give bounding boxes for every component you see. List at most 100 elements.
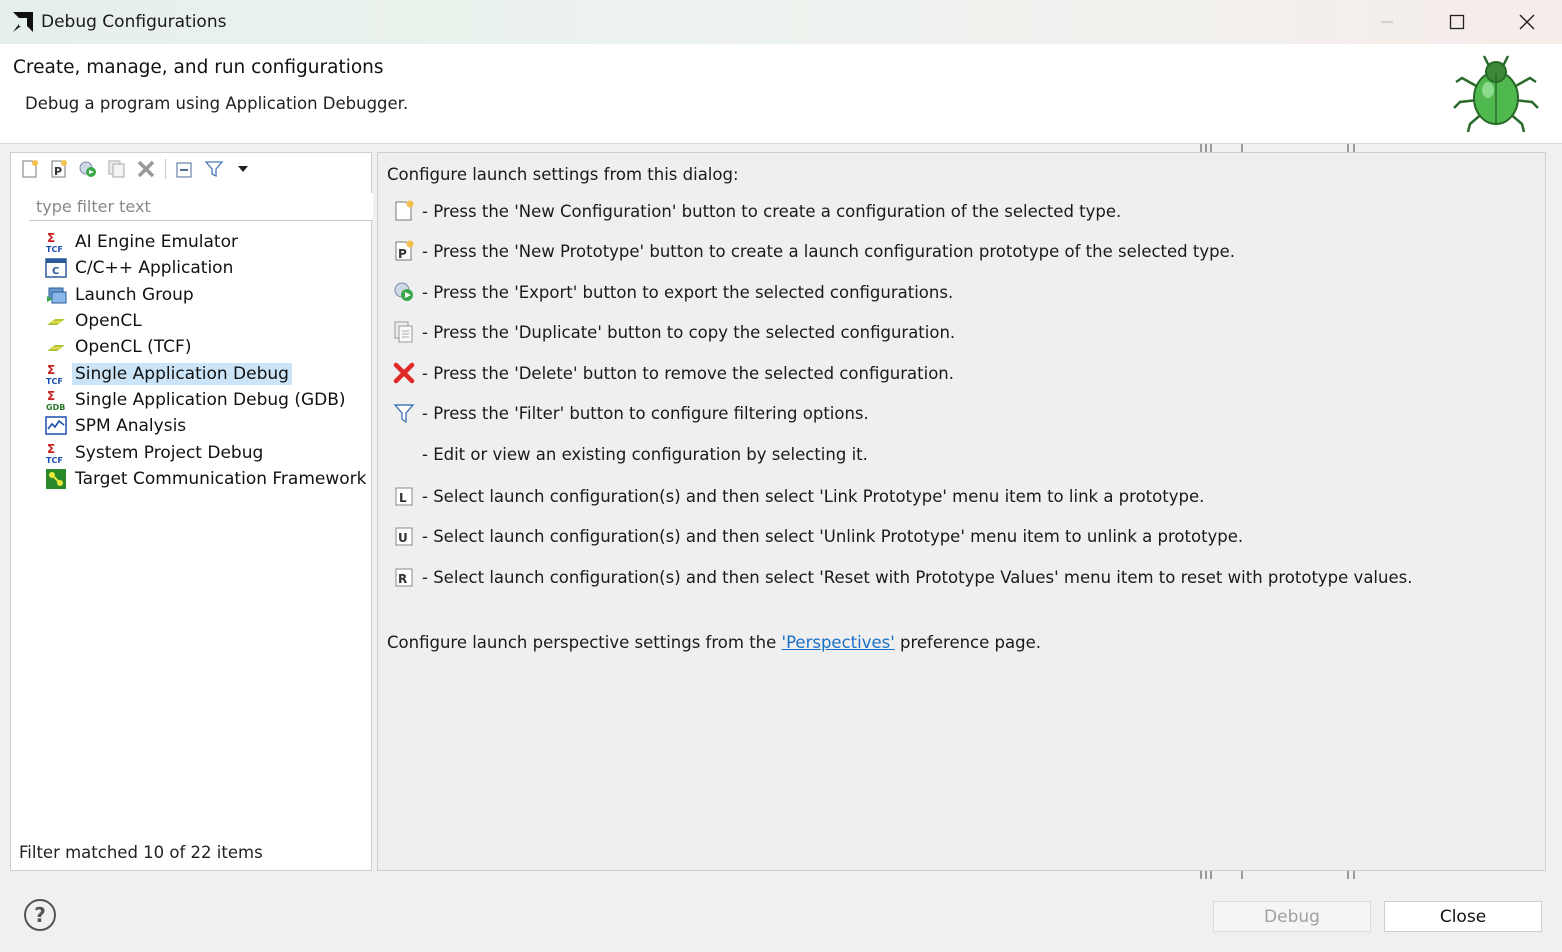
export-button[interactable]: [75, 156, 101, 182]
svg-text:Σ: Σ: [47, 442, 55, 456]
filter-input[interactable]: [29, 193, 373, 221]
view-menu-button[interactable]: [230, 156, 256, 182]
sash-mark: [1205, 871, 1207, 879]
reset-prototype-icon: R: [392, 565, 416, 589]
tree-item-ai-engine-emulator[interactable]: Σ TCF AI Engine Emulator: [45, 229, 371, 255]
delete-icon: [137, 160, 155, 178]
sash-mark: [1210, 871, 1212, 879]
gdb-icon: Σ GDB: [45, 389, 67, 412]
new-prototype-button[interactable]: P: [46, 156, 72, 182]
tcf-icon: Σ TCF: [45, 442, 67, 465]
tree-item-system-project-debug[interactable]: Σ TCF System Project Debug: [45, 439, 371, 465]
duplicate-button[interactable]: [104, 156, 130, 182]
export-icon: [392, 280, 416, 304]
svg-text:TCF: TCF: [46, 245, 63, 253]
new-prototype-icon: P: [392, 239, 416, 263]
spm-icon: [45, 415, 67, 437]
duplicate-icon: [108, 160, 125, 178]
debug-button[interactable]: Debug: [1213, 901, 1371, 932]
tcf-framework-icon: [45, 468, 67, 490]
tree-item-single-application-debug[interactable]: Σ TCF Single Application Debug: [45, 360, 371, 386]
collapse-icon: [176, 162, 192, 178]
new-configuration-button[interactable]: [17, 156, 43, 182]
help-line-duplicate: - Press the 'Duplicate' button to copy t…: [392, 319, 955, 345]
maximize-icon: [1449, 14, 1465, 30]
banner-title: Create, manage, and run configurations: [13, 57, 384, 78]
new-prototype-icon: P: [51, 160, 67, 178]
tree-item-c-cpp-application[interactable]: C C/C++ Application: [45, 255, 371, 281]
c-app-icon: C: [45, 257, 67, 279]
svg-text:Σ: Σ: [47, 389, 55, 403]
help-button[interactable]: ?: [24, 899, 56, 931]
minimize-button[interactable]: [1352, 0, 1422, 44]
maximize-button[interactable]: [1422, 0, 1492, 44]
help-line-link-prototype: L - Select launch configuration(s) and t…: [392, 483, 1204, 509]
tree-item-spm-analysis[interactable]: SPM Analysis: [45, 413, 371, 439]
tree-item-opencl-tcf[interactable]: OpenCL (TCF): [45, 334, 371, 360]
blank-icon: [392, 442, 416, 466]
tree-item-single-application-debug-gdb[interactable]: Σ GDB Single Application Debug (GDB): [45, 387, 371, 413]
sash-mark: [1205, 144, 1207, 152]
amd-logo-icon: [12, 11, 34, 33]
filter-button[interactable]: [201, 156, 227, 182]
toolbar-separator: [165, 159, 166, 179]
link-prototype-icon: L: [392, 484, 416, 508]
sash-mark: [1347, 144, 1349, 152]
svg-text:P: P: [398, 247, 407, 261]
tree-item-target-communication-framework[interactable]: Target Communication Framework: [45, 466, 371, 492]
window-title: Debug Configurations: [41, 12, 227, 32]
launch-group-icon: [45, 284, 67, 306]
help-line-filter: - Press the 'Filter' button to configure…: [392, 400, 869, 426]
tree-item-opencl[interactable]: OpenCL: [45, 308, 371, 334]
help-line-reset-prototype: R - Select launch configuration(s) and t…: [392, 564, 1412, 590]
help-line-export: - Press the 'Export' button to export th…: [392, 279, 953, 305]
sash-mark: [1353, 871, 1355, 879]
new-config-icon: [22, 160, 38, 178]
svg-text:L: L: [399, 491, 407, 505]
intro-text: Configure launch settings from this dial…: [387, 165, 739, 184]
svg-text:TCF: TCF: [46, 456, 63, 464]
sash-mark: [1241, 144, 1243, 152]
configuration-tree-pane: P ΣTCF AI Engine Emulator C C/C++ Appl: [10, 152, 373, 871]
svg-text:Σ: Σ: [47, 231, 55, 245]
filter-icon: [204, 161, 224, 178]
delete-button[interactable]: [133, 156, 159, 182]
help-line-edit: - Edit or view an existing configuration…: [392, 441, 868, 467]
perspectives-link[interactable]: 'Perspectives': [782, 633, 895, 652]
banner-subtitle: Debug a program using Application Debugg…: [25, 94, 409, 113]
dropdown-arrow-icon: [238, 166, 248, 172]
help-line-delete: - Press the 'Delete' button to remove th…: [392, 360, 954, 386]
export-icon: [79, 161, 96, 177]
duplicate-icon: [392, 320, 416, 344]
close-button[interactable]: Close: [1384, 901, 1542, 932]
filter-status: Filter matched 10 of 22 items: [19, 843, 263, 862]
sash-mark: [1200, 144, 1202, 152]
svg-text:R: R: [398, 572, 407, 586]
sash-mark: [1353, 144, 1355, 152]
opencl-icon: [45, 310, 67, 332]
svg-text:Σ: Σ: [47, 363, 55, 377]
configuration-type-tree: Σ TCF AI Engine Emulator C C/C++ Applicat…: [45, 229, 371, 492]
close-icon: [1519, 14, 1535, 30]
svg-text:U: U: [398, 531, 408, 545]
svg-text:C: C: [52, 266, 59, 277]
opencl-icon: [45, 336, 67, 358]
svg-text:TCF: TCF: [46, 377, 63, 385]
close-window-button[interactable]: [1492, 0, 1562, 44]
perspectives-footer: Configure launch perspective settings fr…: [387, 633, 1041, 652]
debug-bug-icon: [1450, 48, 1542, 140]
tree-item-launch-group[interactable]: Launch Group: [45, 282, 371, 308]
collapse-all-button[interactable]: [172, 156, 198, 182]
filter-icon: [392, 401, 416, 425]
header-banner: Create, manage, and run configurations D…: [0, 44, 1562, 144]
sash-mark: [1347, 871, 1349, 879]
title-bar: Debug Configurations: [0, 0, 1562, 44]
help-line-new-prototype: P - Press the 'New Prototype' button to …: [392, 238, 1235, 264]
sash-mark: [1241, 871, 1243, 879]
new-config-icon: [392, 199, 416, 223]
launch-settings-pane: Configure launch settings from this dial…: [377, 152, 1546, 871]
tcf-icon: Σ TCF: [45, 363, 67, 386]
svg-text:GDB: GDB: [46, 403, 65, 411]
delete-icon: [392, 361, 416, 385]
sash-mark: [1210, 144, 1212, 152]
